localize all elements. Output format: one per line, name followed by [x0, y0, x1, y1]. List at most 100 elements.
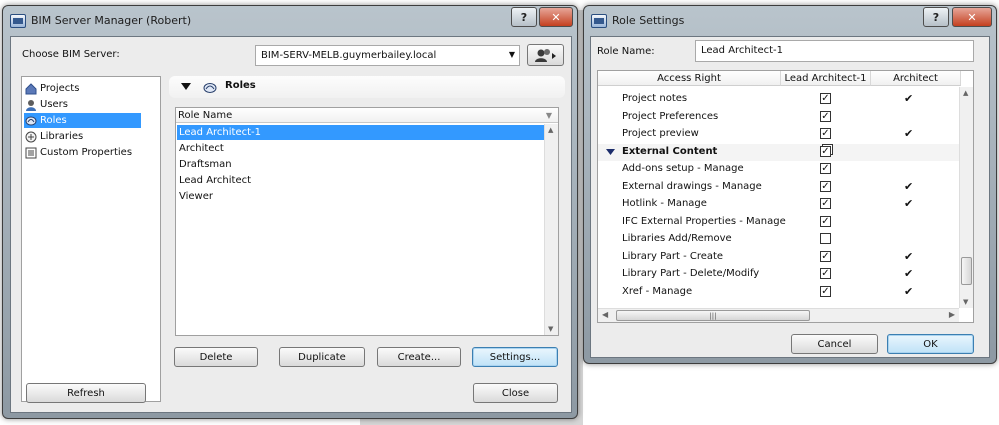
access-right-label: External Content	[622, 145, 718, 157]
custom-properties-icon	[25, 147, 37, 158]
access-rights-table: Access Right Lead Architect-1 Architect …	[597, 70, 974, 323]
lead-architect-checkbox[interactable]: ✓	[820, 110, 831, 122]
checkmark-icon: ✓	[821, 268, 830, 279]
close-button[interactable]: Close	[473, 383, 558, 403]
sidebar-item-projects[interactable]: Projects	[24, 81, 158, 96]
scroll-up-arrow-icon[interactable]: ▲	[548, 126, 553, 134]
table-row[interactable]: Xref - Manage ✓ ✔	[598, 284, 961, 301]
sidebar-item-label: Projects	[40, 83, 80, 94]
scroll-right-arrow-icon[interactable]: ▶	[949, 310, 955, 319]
list-item[interactable]: Lead Architect-1	[177, 125, 544, 140]
role-name-field[interactable]: Lead Architect-1	[695, 40, 974, 62]
table-row[interactable]: Library Part - Create ✓ ✔	[598, 249, 961, 266]
sidebar-item-label: Roles	[40, 115, 67, 126]
architect-tick-icon: ✔	[904, 249, 914, 263]
table-row[interactable]: Library Part - Delete/Modify ✓ ✔	[598, 266, 961, 283]
table-row[interactable]: IFC External Properties - Manage ✓	[598, 214, 961, 231]
roles-section-icon	[203, 83, 217, 93]
table-vertical-scrollbar[interactable]: ▲ ▼	[959, 87, 973, 308]
list-item[interactable]: Draftsman	[177, 157, 544, 172]
sidebar-item-custom-properties[interactable]: Custom Properties	[24, 145, 158, 160]
column-header-architect[interactable]: Architect	[871, 71, 961, 86]
scroll-down-arrow-icon[interactable]: ▼	[548, 325, 553, 333]
scroll-up-arrow-icon[interactable]: ▲	[963, 89, 968, 97]
lead-architect-checkbox[interactable]: ✓	[820, 93, 831, 104]
server-value: BIM-SERV-MELB.guymerbailey.local	[261, 50, 437, 61]
access-right-label: Libraries Add/Remove	[622, 233, 732, 244]
lead-architect-checkbox[interactable]: ✓	[820, 128, 831, 139]
lead-architect-checkbox[interactable]: ✓	[820, 180, 831, 192]
table-group-row[interactable]: External Content ✓	[598, 143, 961, 161]
title-bar[interactable]: Role Settings ? ✕	[584, 6, 996, 36]
refresh-button[interactable]: Refresh	[26, 383, 146, 403]
checkmark-icon: ✓	[821, 110, 830, 122]
lead-architect-checkbox[interactable]: ✓	[820, 198, 831, 209]
close-window-button[interactable]: ✕	[539, 7, 573, 27]
settings-button[interactable]: Settings...	[472, 347, 558, 367]
choose-server-label: Choose BIM Server:	[22, 49, 120, 60]
roles-list: Role Name ▼ Lead Architect-1 Architect D…	[175, 107, 559, 336]
help-button[interactable]: ?	[511, 7, 537, 27]
title-bar[interactable]: BIM Server Manager (Robert) ? ✕	[3, 6, 577, 36]
checkmark-icon: ✓	[821, 128, 830, 139]
create-button[interactable]: Create...	[377, 347, 461, 367]
collapse-triangle-icon[interactable]	[181, 83, 191, 91]
window-title: BIM Server Manager (Robert)	[31, 14, 192, 27]
vertical-scroll-thumb[interactable]	[961, 257, 972, 285]
lead-architect-checkbox[interactable]: ✓	[820, 163, 831, 174]
server-users-icon	[534, 49, 556, 62]
ok-button[interactable]: OK	[887, 334, 974, 354]
sidebar-item-users[interactable]: Users	[24, 97, 158, 112]
access-right-label: Library Part - Create	[622, 250, 724, 262]
server-select[interactable]: BIM-SERV-MELB.guymerbailey.local ▼	[255, 45, 520, 66]
server-menu-button[interactable]	[527, 44, 564, 66]
scroll-left-arrow-icon[interactable]: ◀	[602, 310, 608, 319]
list-item[interactable]: Viewer	[177, 189, 544, 204]
duplicate-button[interactable]: Duplicate	[279, 347, 365, 367]
cancel-button[interactable]: Cancel	[791, 334, 878, 354]
list-item[interactable]: Architect	[177, 141, 544, 156]
roles-section-header: Roles	[169, 76, 565, 98]
scroll-down-arrow-icon[interactable]: ▼	[963, 298, 968, 306]
roles-icon	[25, 116, 37, 125]
column-header-lead-architect[interactable]: Lead Architect-1	[781, 71, 871, 86]
table-horizontal-scrollbar[interactable]: ◀ ||| ▶	[598, 308, 959, 322]
scroll-grip-icon: |||	[709, 312, 717, 320]
sort-chevron-icon: ▼	[545, 111, 552, 120]
role-name-column-header[interactable]: Role Name ▼	[176, 108, 558, 123]
table-row[interactable]: Hotlink - Manage ✓ ✔	[598, 196, 961, 213]
bim-manager-client: Choose BIM Server: BIM-SERV-MELB.guymerb…	[10, 36, 572, 413]
sidebar-item-libraries[interactable]: Libraries	[24, 129, 158, 144]
horizontal-scroll-thumb[interactable]: |||	[616, 310, 810, 321]
delete-button[interactable]: Delete	[174, 347, 258, 367]
access-right-label: IFC External Properties - Manage	[622, 215, 786, 227]
close-window-button[interactable]: ✕	[952, 7, 992, 27]
help-button[interactable]: ?	[923, 7, 949, 27]
role-settings-icon	[591, 14, 607, 28]
lead-architect-checkbox[interactable]: ✓	[820, 268, 831, 279]
architect-tick-icon: ✔	[904, 267, 914, 280]
roles-scrollbar[interactable]: ▲ ▼	[544, 124, 558, 335]
checkmark-icon: ✓	[821, 250, 830, 262]
bim-server-icon	[10, 14, 26, 28]
table-row[interactable]: Libraries Add/Remove	[598, 231, 961, 248]
lead-architect-checkbox[interactable]: ✓	[820, 215, 831, 227]
libraries-icon	[25, 131, 37, 142]
lead-architect-checkbox[interactable]: ✓	[820, 285, 831, 297]
group-checkbox[interactable]: ✓	[820, 145, 831, 157]
list-item[interactable]: Lead Architect	[177, 173, 544, 188]
table-row[interactable]: External drawings - Manage ✓ ✔	[598, 179, 961, 196]
lead-architect-checkbox[interactable]: ✓	[820, 250, 831, 262]
lead-architect-checkbox[interactable]	[820, 233, 831, 244]
access-right-label: Hotlink - Manage	[622, 198, 707, 209]
access-right-label: Project notes	[622, 93, 688, 104]
column-header-access-right[interactable]: Access Right	[598, 71, 781, 86]
table-row[interactable]: Project notes ✓ ✔	[598, 91, 961, 108]
table-row[interactable]: Project Preferences ✓	[598, 109, 961, 126]
table-row[interactable]: Add-ons setup - Manage ✓	[598, 161, 961, 178]
checkmark-icon: ✓	[821, 180, 830, 192]
collapse-triangle-icon[interactable]	[606, 148, 615, 156]
table-row[interactable]: Project preview ✓ ✔	[598, 126, 961, 143]
access-right-label: Project preview	[622, 128, 699, 139]
sidebar-item-roles[interactable]: Roles	[24, 113, 141, 128]
